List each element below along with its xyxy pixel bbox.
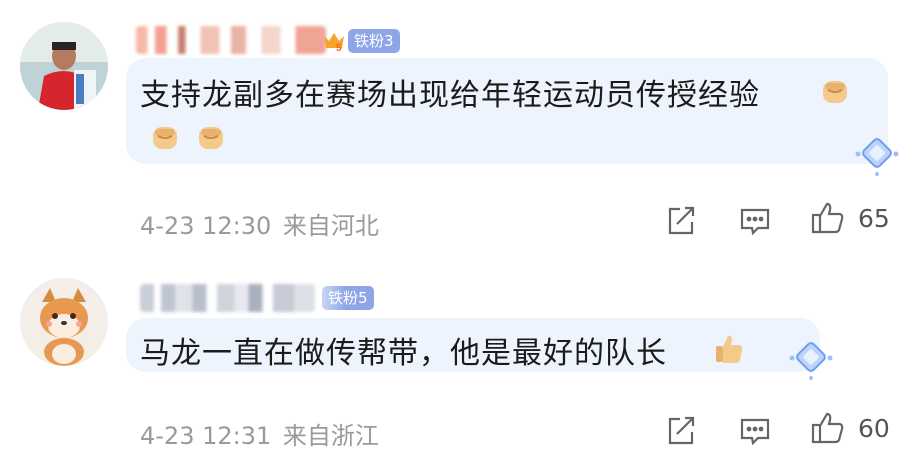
comment-text: 马龙一直在做传帮带，他是最好的队长	[140, 336, 667, 371]
comment-icon[interactable]	[738, 414, 772, 448]
username[interactable]	[140, 284, 315, 312]
fist-emoji	[194, 120, 228, 154]
like-count: 60	[858, 414, 890, 443]
thumbs-up-emoji	[712, 332, 746, 366]
username[interactable]	[136, 26, 326, 54]
fist-emoji	[818, 74, 852, 108]
comment-time: 4-23 12:30	[140, 212, 272, 240]
comment-item: 5 铁粉3 支持龙副多在赛场出现给年轻运动员传授经验 4-23 12:30 来自…	[0, 0, 912, 258]
comment-item: 铁粉5 马龙一直在做传帮带，他是最好的队长 4-23 12:31 来自浙江 60	[0, 258, 912, 463]
comment-text: 支持龙副多在赛场出现给年轻运动员传授经验	[140, 78, 760, 113]
avatar[interactable]	[20, 278, 108, 366]
share-icon[interactable]	[664, 204, 698, 238]
diamond-sparkle-icon	[786, 334, 838, 386]
comment-location: 来自河北	[282, 212, 379, 240]
like-thumb-icon[interactable]	[810, 410, 846, 446]
fan-badge: 铁粉5	[322, 286, 374, 310]
comment-location: 来自浙江	[282, 422, 379, 450]
share-icon[interactable]	[664, 414, 698, 448]
comment-icon[interactable]	[738, 204, 772, 238]
like-count: 65	[858, 204, 890, 233]
diamond-sparkle-icon	[852, 130, 904, 182]
vip-crown-icon: 5	[322, 30, 346, 54]
comment-meta: 4-23 12:31 来自浙江	[140, 416, 379, 451]
fist-emoji	[148, 120, 182, 154]
fan-badge: 铁粉3	[348, 29, 400, 53]
comment-time: 4-23 12:31	[140, 422, 272, 450]
comment-meta: 4-23 12:30 来自河北	[140, 206, 379, 241]
svg-text:5: 5	[336, 43, 342, 52]
avatar[interactable]	[20, 22, 108, 110]
like-thumb-icon[interactable]	[810, 200, 846, 236]
